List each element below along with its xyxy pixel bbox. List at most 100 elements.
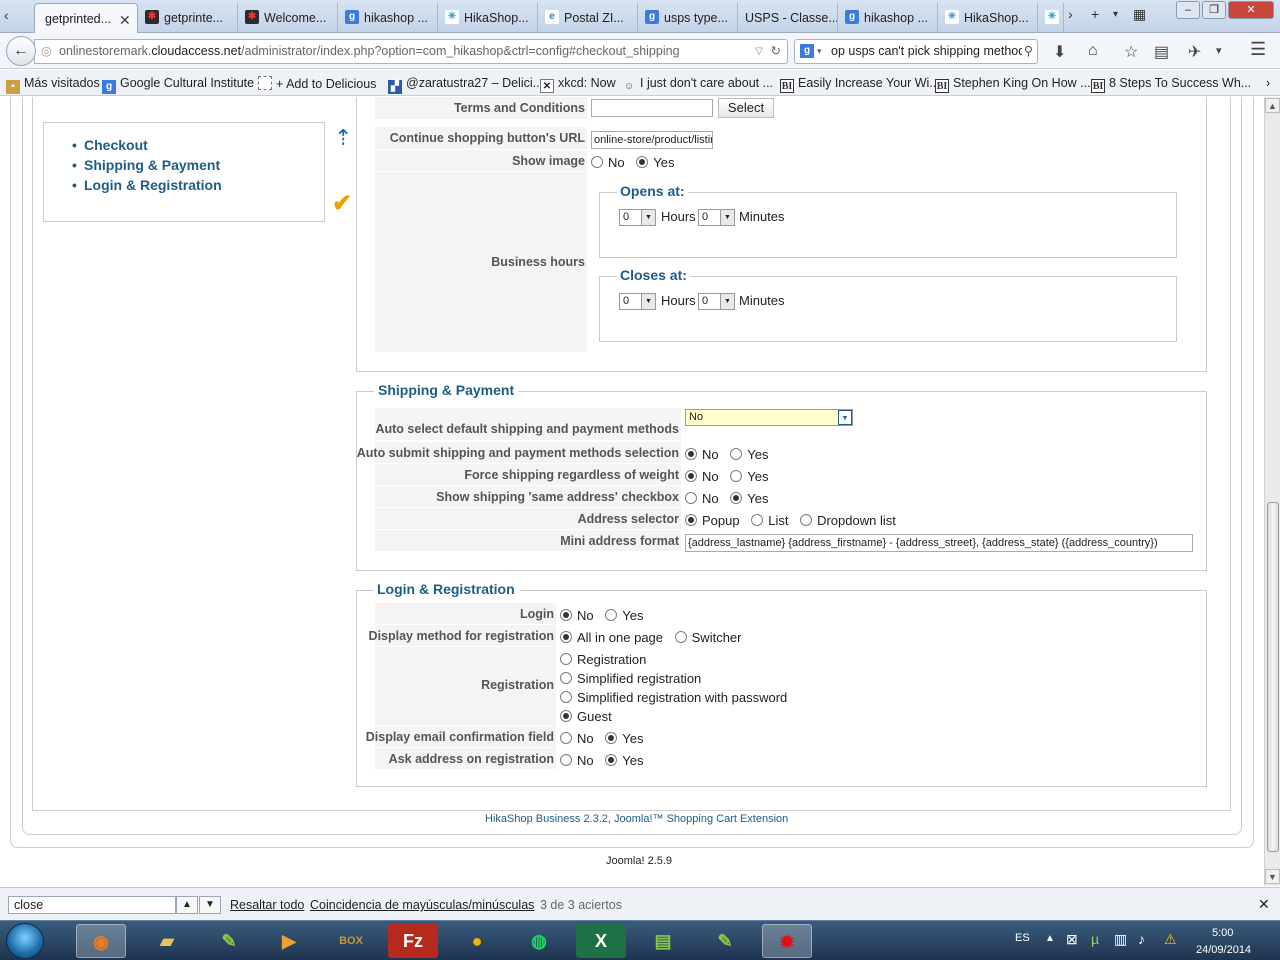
radio-button[interactable] xyxy=(685,448,697,460)
force-shipping-yes-option[interactable]: Yes xyxy=(730,469,768,484)
explorer-taskbar-icon[interactable]: ▰ xyxy=(142,924,192,958)
firefox-taskbar-icon[interactable]: ◉ xyxy=(76,924,126,958)
bookmark-item[interactable]: BI 8 Steps To Success Wh... xyxy=(1091,76,1251,93)
radio-button[interactable] xyxy=(674,631,687,643)
spotify-taskbar-icon[interactable]: ◍ xyxy=(514,924,564,958)
tab-hikashop-search-2[interactable]: g hikashop ... xyxy=(840,3,938,33)
bookmark-item[interactable]: ▪ Más visitados xyxy=(6,76,100,94)
radio-button[interactable] xyxy=(560,691,572,703)
notepad-taskbar-icon[interactable]: ▤ xyxy=(638,924,688,958)
vertical-scrollbar[interactable]: ▲ ▼ xyxy=(1264,97,1280,886)
home-icon[interactable]: ⌂ xyxy=(1088,42,1098,60)
maximize-icon[interactable]: ❐ xyxy=(1202,1,1226,19)
start-button[interactable] xyxy=(6,923,44,959)
auto-select-dropdown[interactable]: No ▼ xyxy=(685,409,853,426)
radio-button[interactable] xyxy=(685,470,697,482)
minimize-icon[interactable]: – xyxy=(1176,1,1200,19)
tab-usps-type[interactable]: g usps type... xyxy=(640,3,738,33)
engine-dropdown-icon[interactable]: ▾ xyxy=(817,40,822,63)
address-selector-list-option[interactable]: List xyxy=(751,513,788,528)
radio-button[interactable] xyxy=(591,156,603,168)
radio-button[interactable] xyxy=(560,732,572,744)
tab-getprinte[interactable]: ✱ getprinte... xyxy=(140,3,238,33)
language-indicator[interactable]: ES xyxy=(1015,932,1030,944)
scroll-down-icon[interactable]: ▼ xyxy=(1265,869,1280,884)
close-minutes-select[interactable]: 0 ▼ xyxy=(698,293,735,310)
address-selector-dropdown-option[interactable]: Dropdown list xyxy=(800,513,896,528)
show-image-yes-option[interactable]: Yes xyxy=(636,155,674,170)
filezilla-taskbar-icon[interactable]: Fz xyxy=(388,924,438,958)
bookmark-item[interactable]: + Add to Delicious xyxy=(258,76,376,91)
radio-button[interactable] xyxy=(560,672,572,684)
radio-button[interactable] xyxy=(685,514,697,526)
ask-address-yes-option[interactable]: Yes xyxy=(605,753,643,768)
find-previous-icon[interactable]: ▲ xyxy=(176,896,198,914)
close-window-icon[interactable]: ✕ xyxy=(1228,1,1274,19)
email-confirm-yes-option[interactable]: Yes xyxy=(605,731,643,746)
radio-button[interactable] xyxy=(636,156,649,168)
action-center-icon[interactable]: ⚠ xyxy=(1164,931,1177,948)
bookmarks-menu-icon[interactable]: ▤ xyxy=(1154,42,1169,62)
bookmark-item[interactable]: BI Stephen King On How ... xyxy=(935,76,1091,93)
radio-button[interactable] xyxy=(730,492,743,504)
same-address-no-option[interactable]: No xyxy=(685,491,719,506)
radio-button[interactable] xyxy=(605,754,618,766)
url-bar[interactable]: ◎ onlinestoremark.cloudaccess.net/admini… xyxy=(34,39,788,64)
new-tab-icon[interactable]: + xyxy=(1091,6,1099,22)
url-history-icon[interactable]: ▽ xyxy=(755,40,763,63)
tab-getprinted-active[interactable]: getprinted... ✕ xyxy=(34,3,138,33)
bookmark-item[interactable]: ▞ @zaratustra27 – Delici... xyxy=(388,76,543,94)
tab-welcome[interactable]: ✱ Welcome... xyxy=(240,3,338,33)
dosbox-taskbar-icon[interactable]: BOX xyxy=(326,924,376,958)
radio-button[interactable] xyxy=(800,514,813,526)
sidemenu-item-login-registration[interactable]: Login & Registration xyxy=(72,177,222,197)
close-hours-select[interactable]: 0 ▼ xyxy=(619,293,656,310)
sidemenu-item-shipping-payment[interactable]: Shipping & Payment xyxy=(72,157,222,177)
hikashop-footer-link[interactable]: HikaShop Business 2.3.2, Joomla!™ Shoppi… xyxy=(485,813,788,825)
volume-icon[interactable]: ♪ xyxy=(1138,931,1145,947)
radio-button[interactable] xyxy=(605,732,618,744)
radio-button[interactable] xyxy=(560,653,572,665)
highlight-all-checkbox[interactable]: Resaltar todo xyxy=(230,898,304,912)
addon-icon[interactable]: ✈ xyxy=(1188,42,1201,62)
display-method-switcher-option[interactable]: Switcher xyxy=(674,630,742,645)
radio-button[interactable] xyxy=(730,448,743,460)
mini-address-input[interactable]: {address_lastname} {address_firstname} -… xyxy=(685,534,1193,552)
scroll-top-arrow-icon[interactable]: ⇡ xyxy=(334,125,352,151)
tray-expand-icon[interactable]: ▲ xyxy=(1045,933,1055,944)
tray-utorrent-icon[interactable]: µ xyxy=(1091,931,1099,947)
addon-dropdown-icon[interactable]: ▾ xyxy=(1216,44,1222,57)
auto-submit-yes-option[interactable]: Yes xyxy=(730,447,768,462)
bookmark-star-icon[interactable]: ☆ xyxy=(1124,42,1138,62)
registration-option-simplified-password[interactable]: Simplified registration with password xyxy=(560,690,787,705)
clock-date[interactable]: 24/09/2014 xyxy=(1196,944,1251,956)
force-shipping-no-option[interactable]: No xyxy=(685,469,719,484)
ask-address-no-option[interactable]: No xyxy=(560,753,594,768)
login-yes-option[interactable]: Yes xyxy=(605,608,643,623)
tab-groups-icon[interactable]: ▦ xyxy=(1133,6,1146,23)
radio-button[interactable] xyxy=(685,492,697,504)
google-search-engine-icon[interactable]: g xyxy=(800,44,814,58)
media-player-taskbar-icon[interactable]: ▶ xyxy=(264,924,314,958)
web-search-input[interactable]: g ▾ op usps can't pick shipping method ⚲ xyxy=(794,39,1038,64)
tab-scroll-left-icon[interactable]: ‹ xyxy=(4,7,9,23)
bookmark-item[interactable]: g Google Cultural Institute xyxy=(102,76,254,94)
tab-hikashop-2[interactable]: ✳ HikaShop... xyxy=(940,3,1038,33)
norton-taskbar-icon[interactable]: ● xyxy=(452,924,502,958)
tab-hikashop[interactable]: ✳ HikaShop... xyxy=(440,3,538,33)
find-next-icon[interactable]: ▼ xyxy=(199,896,221,914)
clock-time[interactable]: 5:00 xyxy=(1212,927,1233,939)
search-icon[interactable]: ⚲ xyxy=(1021,40,1033,63)
continue-url-input[interactable]: online-store/product/listin xyxy=(591,131,713,149)
tab-partial[interactable]: ✳ xyxy=(1040,3,1064,33)
menu-hamburger-icon[interactable]: ☰ xyxy=(1250,39,1266,60)
display-method-all-option[interactable]: All in one page xyxy=(560,630,663,645)
open-hours-select[interactable]: 0 ▼ xyxy=(619,209,656,226)
tray-app-icon[interactable]: ⊠ xyxy=(1066,931,1078,948)
reload-icon[interactable]: ↻ xyxy=(771,40,781,63)
scroll-up-icon[interactable]: ▲ xyxy=(1265,98,1280,113)
scrollbar-thumb[interactable] xyxy=(1267,502,1279,852)
downloads-icon[interactable]: ⬇ xyxy=(1053,42,1066,62)
email-confirm-no-option[interactable]: No xyxy=(560,731,594,746)
excel-taskbar-icon[interactable]: X xyxy=(576,924,626,958)
